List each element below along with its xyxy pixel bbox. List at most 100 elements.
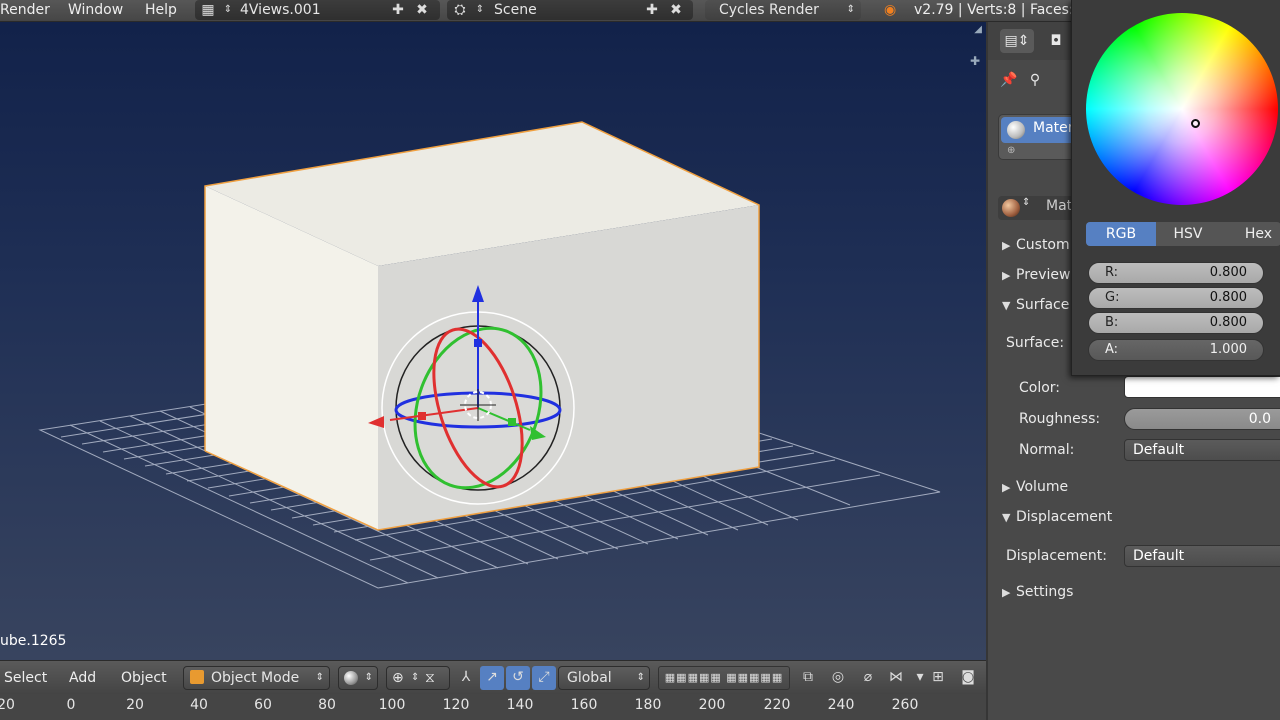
timeline-tick: 20 [126,697,144,713]
timeline-tick: 20 [0,697,15,713]
layout-name[interactable]: 4Views.001 [240,0,321,20]
material-browse-icon[interactable] [1002,199,1020,217]
render-engine-label: Cycles Render [719,2,819,18]
snap-element-icon[interactable]: ⋈ [884,666,908,690]
roughness-label: Roughness: [1019,411,1101,427]
panel-title: Custom [1016,237,1070,253]
tab-hsv[interactable]: HSV [1158,222,1218,246]
expanded-triangle-icon: ▼ [1002,511,1011,524]
scene-stats: v2.79 | Verts:8 | Faces:6 [914,2,1083,18]
viewport-scene [38,121,941,589]
color-wheel[interactable] [1086,13,1278,205]
panel-volume[interactable]: ▶ Volume [1002,476,1068,498]
panel-custom[interactable]: ▶ Custom [1002,234,1070,256]
render-tab-icon[interactable]: ◘ [1044,29,1068,53]
red-label: R: [1105,265,1119,280]
collapsed-triangle-icon: ▶ [1002,239,1011,252]
alpha-slider[interactable]: A: 1.000 [1088,339,1264,361]
editor-type-icon[interactable]: ▤⇕ [1000,29,1034,53]
displacement-input[interactable]: Default [1124,545,1280,567]
scene-name[interactable]: Scene [494,0,537,20]
close-layout-icon[interactable]: ✖ [411,0,433,20]
panel-title: Settings [1016,584,1074,600]
expanded-triangle-icon: ▼ [1002,299,1011,312]
blue-label: B: [1105,315,1119,330]
transform-orientation-dropdown[interactable]: Global ⇕ [558,666,650,690]
timeline-tick: 120 [442,697,470,713]
timeline-tick: 100 [378,697,406,713]
surface-label: Surface: [1006,335,1065,351]
layers-grid[interactable]: ▦▦▦▦▦ ▦▦▦▦▦ [658,666,790,690]
snap-icon[interactable]: ⌀ [856,666,880,690]
opengl-render-icon[interactable]: ⊞ [926,666,950,690]
add-slot-icon[interactable]: ⊕ [1007,145,1015,156]
panel-settings[interactable]: ▶ Settings [1002,581,1073,603]
proportional-edit-icon[interactable]: ◎ [826,666,850,690]
timeline-tick: 60 [254,697,272,713]
timeline-tick: 260 [891,697,919,713]
screen-layout-icon: ▦ [201,2,215,18]
close-scene-icon[interactable]: ✖ [665,0,687,20]
panel-preview[interactable]: ▶ Preview [1002,264,1071,286]
active-object-label: ube.1265 [0,633,67,649]
normal-input[interactable]: Default [1124,439,1280,461]
scale-manipulator-icon[interactable]: ⤢ [532,666,556,690]
green-slider[interactable]: G: 0.800 [1088,287,1264,309]
red-value: 0.800 [1209,265,1247,280]
menu-render[interactable]: Render [0,0,50,22]
3d-view-header: Select Add Object Object Mode ⇕ ⇕ ⊕ ⇕ ⧖ … [0,660,986,694]
orientation-label: Global [567,670,612,686]
blue-slider[interactable]: B: 0.800 [1088,312,1264,334]
menu-window[interactable]: Window [68,0,123,22]
color-swatch[interactable] [1124,376,1280,398]
scene-selector[interactable]: ⛭ ⇕ Scene ✚ ✖ [447,0,693,20]
toolshelf-plus-icon[interactable]: ✚ [970,54,980,68]
camera-render-icon[interactable]: ◙ [956,666,980,690]
lock-camera-icon[interactable]: ⧉ [796,666,820,690]
manipulator-axes-icon[interactable]: ⅄ [454,666,478,690]
tab-hex[interactable]: Hex [1236,222,1280,246]
menu-object[interactable]: Object [121,667,167,689]
blue-value: 0.800 [1209,315,1247,330]
collapsed-triangle-icon: ▶ [1002,586,1011,599]
3d-viewport[interactable]: ◢ ✚ ube.1265 [0,22,986,660]
add-layout-icon[interactable]: ✚ [387,0,409,20]
mode-label: Object Mode [211,670,300,686]
material-sphere-icon [1007,121,1025,139]
menu-help[interactable]: Help [145,0,177,22]
pivot-point-dropdown[interactable]: ⊕ ⇕ ⧖ [386,666,450,690]
manipulator-toggle-icon[interactable]: ⧖ [425,667,435,689]
color-picker-popup[interactable]: RGB HSV Hex R: 0.800 G: 0.800 B: 0.800 A… [1071,0,1280,376]
timeline-ruler[interactable]: 20 0 20 40 60 80 100 120 140 160 180 200… [0,694,986,720]
add-scene-icon[interactable]: ✚ [641,0,663,20]
area-split-corner-icon[interactable]: ◢ [974,24,982,35]
collapsed-triangle-icon: ▶ [1002,269,1011,282]
arrows-icon: ⇕ [411,672,420,683]
panel-displacement[interactable]: ▼ Displacement [1002,506,1112,528]
screen-layout-selector[interactable]: ▦ ⇕ 4Views.001 ✚ ✖ [195,0,440,20]
timeline-tick: 0 [66,697,76,713]
roughness-slider[interactable]: 0.0 [1124,408,1280,430]
timeline-tick: 160 [570,697,598,713]
render-engine-dropdown[interactable]: Cycles Render ⇕ [705,0,861,20]
panel-surface[interactable]: ▼ Surface [1002,294,1069,316]
pin-icon[interactable]: 📌 [998,68,1020,92]
timeline-tick: 80 [318,697,336,713]
timeline-tick: 140 [506,697,534,713]
mode-dropdown[interactable]: Object Mode ⇕ [183,666,330,690]
translate-manipulator-icon[interactable]: ↗ [480,666,504,690]
color-label: Color: [1019,380,1061,396]
rotate-manipulator-icon[interactable]: ↺ [506,666,530,690]
normal-label: Normal: [1019,442,1075,458]
menu-add[interactable]: Add [69,667,96,689]
viewport-shading-dropdown[interactable]: ⇕ [338,666,378,690]
panel-title: Displacement [1016,509,1113,525]
arrows-icon: ⇕ [315,672,324,683]
menu-select[interactable]: Select [4,667,47,689]
arrows-icon: ⇕ [846,4,855,15]
red-slider[interactable]: R: 0.800 [1088,262,1264,284]
tab-rgb[interactable]: RGB [1086,222,1156,246]
timeline-tick: 180 [634,697,662,713]
color-wheel-cursor[interactable] [1191,119,1200,128]
object-mode-icon [190,670,204,684]
